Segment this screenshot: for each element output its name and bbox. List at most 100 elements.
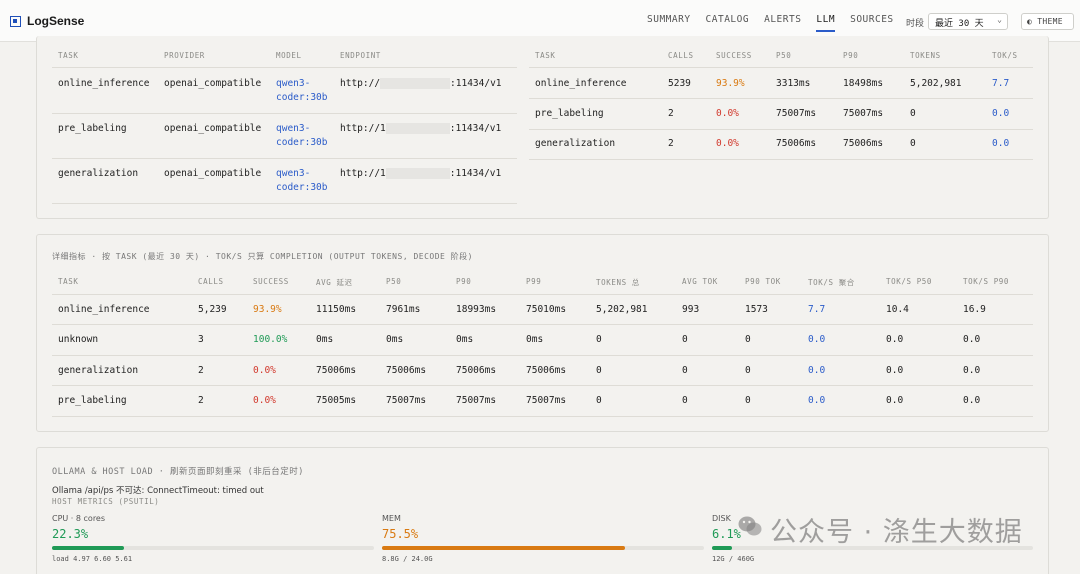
app-logo[interactable]: LogSense — [10, 14, 84, 28]
detail-cell: 0 — [745, 365, 751, 376]
detail-cell: generalization — [58, 365, 139, 376]
detail-cell: 75006ms — [316, 365, 357, 376]
detail-cell: 0.0 — [886, 395, 904, 406]
summary-toks: 0.0 — [992, 138, 1010, 149]
col-header-p50: P50 — [776, 51, 792, 60]
summary-calls: 2 — [668, 138, 674, 149]
summary-success: 93.9% — [716, 78, 745, 89]
summary-calls: 5239 — [668, 78, 691, 89]
detail-cell: 0 — [596, 334, 602, 345]
col-header: TASK — [58, 277, 79, 286]
main-nav: SUMMARY CATALOG ALERTS LLM SOURCES — [647, 14, 909, 32]
cpu-label: CPU · 8 cores — [52, 514, 106, 523]
endpoint-url: http://:11434/v1 — [340, 78, 502, 89]
detail-cell: 0ms — [386, 334, 404, 345]
detail-cell: 2 — [198, 395, 204, 406]
provider-task: online_inference — [58, 78, 150, 89]
detail-cell: 75006ms — [526, 365, 567, 376]
col-header: P90 — [456, 277, 472, 286]
cpu-value: 22.3% — [52, 527, 89, 541]
nav-llm[interactable]: LLM — [816, 14, 836, 32]
detail-cell: 10.4 — [886, 304, 909, 315]
period-select[interactable]: 最近 30 天 ⌄ — [928, 13, 1008, 30]
provider-task: generalization — [58, 168, 139, 179]
mem-value: 75.5% — [382, 527, 419, 541]
detail-cell: 0 — [596, 395, 602, 406]
period-label: 时段 — [906, 19, 925, 29]
summary-task: online_inference — [535, 78, 627, 89]
detail-cell: unknown — [58, 334, 99, 345]
col-header-task: TASK — [535, 51, 556, 60]
chevron-down-icon: ⌄ — [997, 15, 1002, 24]
nav-catalog[interactable]: CATALOG — [706, 14, 750, 32]
model-link[interactable]: qwen3- coder:30b — [276, 77, 327, 105]
detail-cell: 18993ms — [456, 304, 497, 315]
model-link[interactable]: qwen3- coder:30b — [276, 122, 327, 150]
col-header-task: TASK — [58, 51, 79, 60]
summary-p90: 75006ms — [843, 138, 884, 149]
logo-icon — [10, 15, 21, 27]
cpu-bar — [52, 546, 374, 550]
col-header: CALLS — [198, 277, 224, 286]
model-link[interactable]: qwen3- coder:30b — [276, 167, 327, 195]
col-header: P90 TOK — [745, 277, 781, 286]
provider-name: openai_compatible — [164, 123, 262, 134]
detail-cell: 75007ms — [456, 395, 497, 406]
col-header-p90: P90 — [843, 51, 859, 60]
cpu-load: load 4.97 6.60 5.61 — [52, 555, 133, 563]
nav-sources[interactable]: SOURCES — [850, 14, 894, 32]
mem-bar-fill — [382, 546, 626, 550]
detail-cell: 0.0 — [886, 334, 904, 345]
detail-cell: 93.9% — [253, 304, 282, 315]
ollama-status: Ollama /api/ps 不可达: ConnectTimeout: time… — [52, 486, 264, 496]
mem-usage: 8.8G / 24.0G — [382, 555, 433, 563]
disk-usage: 12G / 460G — [712, 555, 755, 563]
detail-cell: pre_labeling — [58, 395, 127, 406]
summary-success: 0.0% — [716, 138, 739, 149]
detail-cell: 0.0 — [963, 395, 981, 406]
provider-name: openai_compatible — [164, 168, 262, 179]
nav-summary[interactable]: SUMMARY — [647, 14, 691, 32]
summary-tokens: 0 — [910, 138, 916, 149]
detail-cell: 100.0% — [253, 334, 288, 345]
nav-alerts[interactable]: ALERTS — [764, 14, 801, 32]
detail-cell: 0.0 — [886, 365, 904, 376]
detail-cell: 0 — [596, 365, 602, 376]
watermark-text: 公众号 · 涤生大数据 — [770, 517, 1023, 548]
detail-cell: 75010ms — [526, 304, 567, 315]
detail-cell: 75006ms — [386, 365, 427, 376]
disk-value: 6.1% — [712, 527, 741, 541]
provider-task: pre_labeling — [58, 123, 127, 134]
col-header: AVG TOK — [682, 277, 718, 286]
mem-bar — [382, 546, 704, 550]
detail-cell: 1573 — [745, 304, 768, 315]
col-header-endpoint: ENDPOINT — [340, 51, 381, 60]
detail-cell: 0.0 — [963, 334, 981, 345]
wechat-icon — [738, 516, 762, 536]
detail-cell: 0.0% — [253, 365, 276, 376]
detail-cell: 75006ms — [456, 365, 497, 376]
summary-p50: 75006ms — [776, 138, 817, 149]
mem-label: MEM — [382, 514, 401, 523]
summary-calls: 2 — [668, 108, 674, 119]
host-metrics-title: HOST METRICS (PSUTIL) — [52, 497, 160, 506]
summary-success: 0.0% — [716, 108, 739, 119]
detail-cell: 3 — [198, 334, 204, 345]
detail-cell: 0.0 — [808, 365, 826, 376]
col-header: SUCCESS — [253, 277, 289, 286]
detail-cell: 0.0 — [963, 365, 981, 376]
provider-name: openai_compatible — [164, 78, 262, 89]
detail-cell: 75005ms — [316, 395, 357, 406]
detail-cell: 0 — [745, 334, 751, 345]
col-header: P99 — [526, 277, 542, 286]
summary-p50: 3313ms — [776, 78, 811, 89]
theme-button[interactable]: ◐ THEME — [1021, 13, 1074, 30]
col-header: TOKENS 总 — [596, 278, 640, 287]
detail-cell: 11150ms — [316, 304, 357, 315]
summary-p90: 75007ms — [843, 108, 884, 119]
col-header-toks: TOK/S — [992, 51, 1018, 60]
summary-task: generalization — [535, 138, 616, 149]
detail-cell: 0ms — [526, 334, 544, 345]
detail-cell: 0 — [682, 365, 688, 376]
summary-task: pre_labeling — [535, 108, 604, 119]
